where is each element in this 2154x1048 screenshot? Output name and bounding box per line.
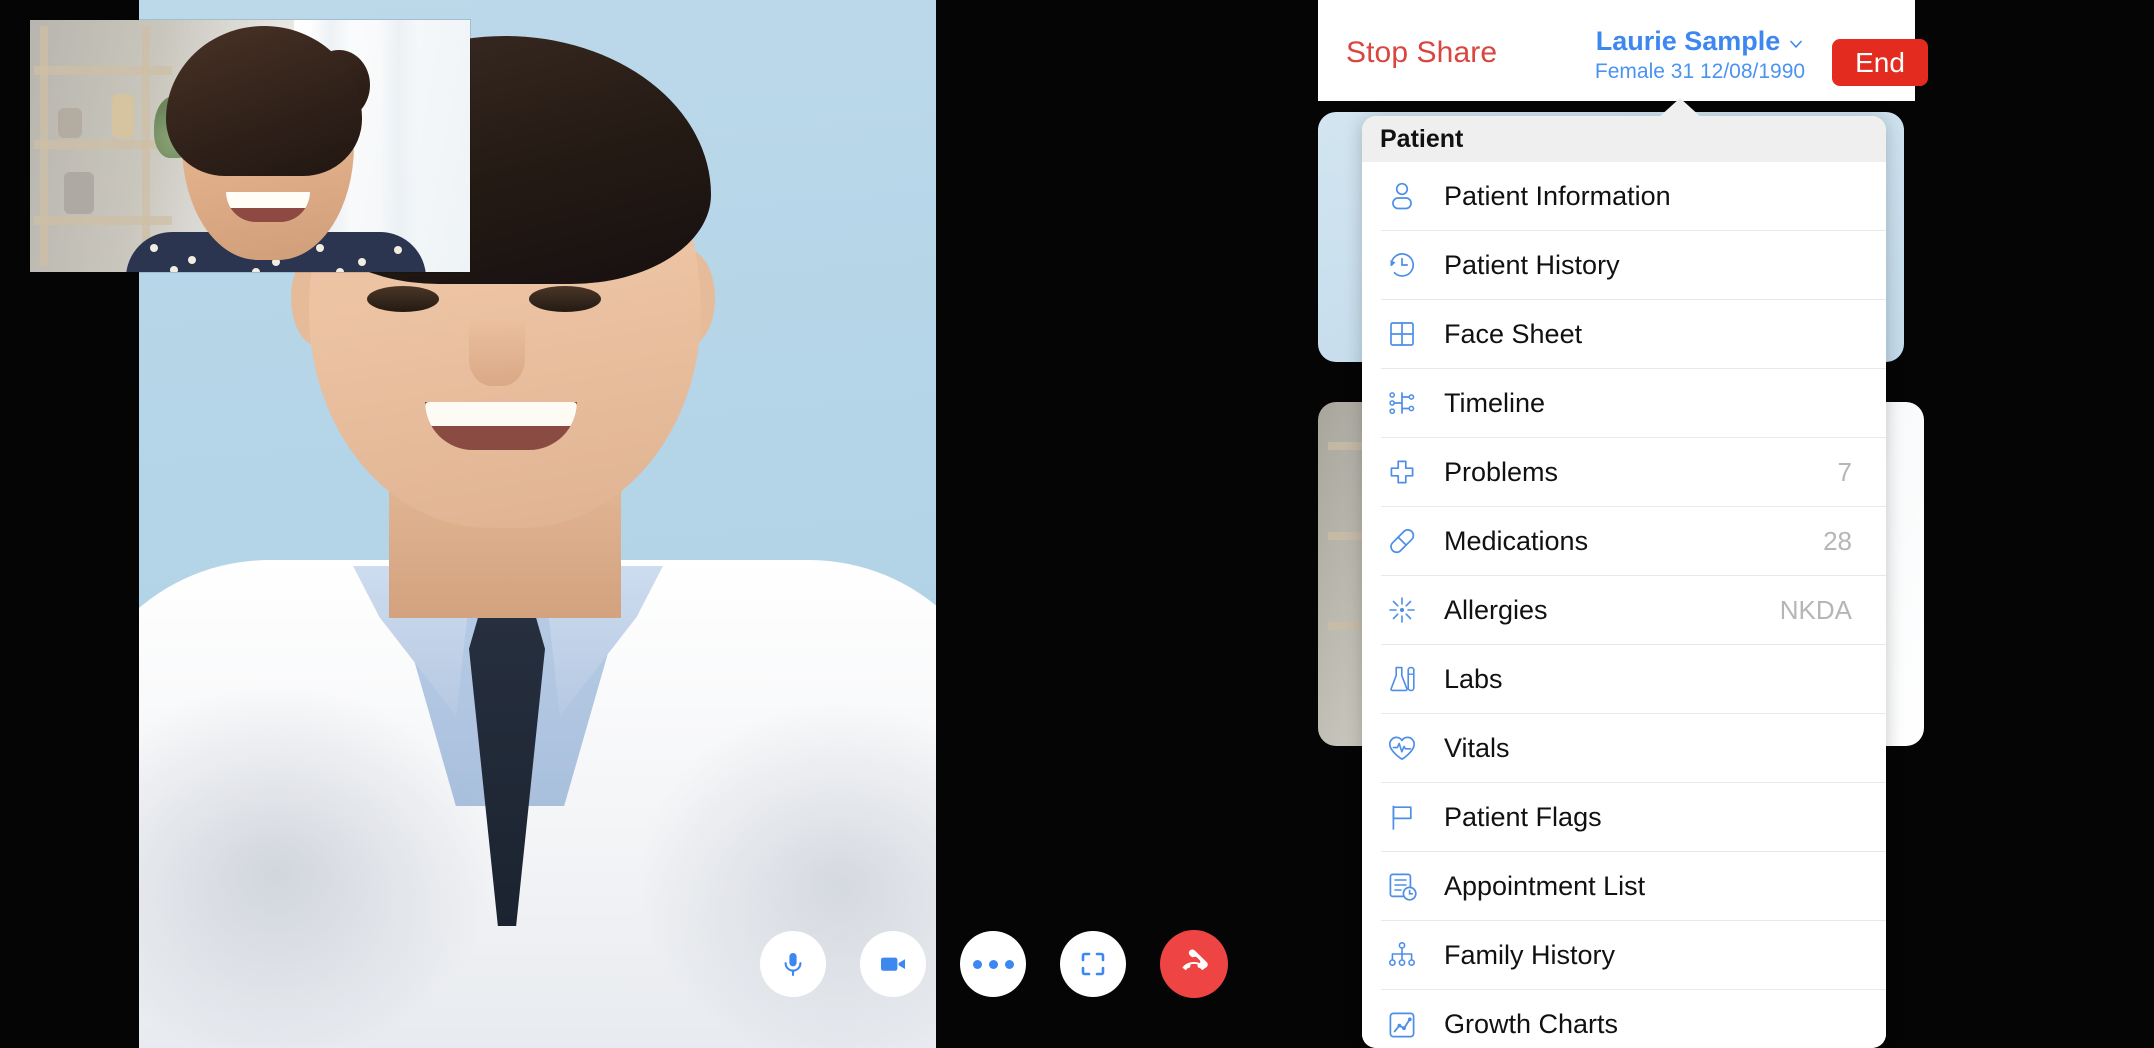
telehealth-call-screen: Stop Share Laurie Sample Female 31 12/08… <box>0 0 2154 1048</box>
chevron-down-icon <box>1788 32 1804 52</box>
call-controls <box>760 916 1320 1012</box>
shelf-object-a <box>58 108 82 138</box>
menu-item-vitals[interactable]: Vitals <box>1381 714 1886 783</box>
stop-share-button[interactable]: Stop Share <box>1346 36 1497 70</box>
lab-flask-icon <box>1381 658 1423 700</box>
menu-item-label: Timeline <box>1444 387 1546 418</box>
menu-item-value: 7 <box>1837 456 1852 487</box>
menu-item-value: NKDA <box>1779 594 1852 625</box>
family-tree-icon <box>1381 934 1423 976</box>
menu-item-timeline[interactable]: Timeline <box>1381 369 1886 438</box>
heart-pulse-icon <box>1381 727 1423 769</box>
doctor-eye-right <box>529 286 601 312</box>
self-view-thumbnail[interactable] <box>30 20 470 272</box>
call-top-bar: Stop Share Laurie Sample Female 31 12/08… <box>1318 0 1928 101</box>
flag-icon <box>1381 796 1423 838</box>
shelf-object-c <box>64 172 94 214</box>
patient-popover-menu: Patient Patient Information Patient Hist… <box>1362 116 1886 1048</box>
menu-item-value: 28 <box>1823 525 1852 556</box>
menu-item-allergies[interactable]: Allergies NKDA <box>1381 576 1886 645</box>
more-options-button[interactable] <box>960 931 1026 997</box>
patient-menu-title: Patient <box>1380 124 1464 153</box>
menu-item-patient-history[interactable]: Patient History <box>1381 231 1886 300</box>
camera-button[interactable] <box>860 931 926 997</box>
menu-item-label: Patient History <box>1444 249 1620 280</box>
bookshelf-shelf-top <box>34 66 172 75</box>
patient-name: Laurie Sample <box>1595 26 1781 56</box>
menu-item-growth-charts[interactable]: Growth Charts <box>1381 990 1886 1048</box>
pill-icon <box>1381 520 1423 562</box>
menu-item-label: Allergies <box>1444 594 1548 625</box>
medical-cross-icon <box>1381 451 1423 493</box>
menu-item-label: Vitals <box>1444 732 1510 763</box>
video-camera-icon <box>877 948 909 980</box>
menu-item-patient-flags[interactable]: Patient Flags <box>1381 783 1886 852</box>
timeline-icon <box>1381 382 1423 424</box>
patient-teeth <box>226 192 310 208</box>
menu-item-label: Problems <box>1444 456 1559 487</box>
menu-item-label: Medications <box>1444 525 1589 556</box>
microphone-icon <box>778 949 808 979</box>
growth-chart-icon <box>1381 1004 1423 1046</box>
menu-item-family-history[interactable]: Family History <box>1381 921 1886 990</box>
patient-menu-list: Patient Information Patient History Face… <box>1362 162 1886 1048</box>
allergy-burst-icon <box>1381 589 1423 631</box>
menu-item-face-sheet[interactable]: Face Sheet <box>1381 300 1886 369</box>
hangup-button[interactable] <box>1160 930 1228 998</box>
fullscreen-button[interactable] <box>1060 931 1126 997</box>
menu-item-appointment-list[interactable]: Appointment List <box>1381 852 1886 921</box>
bookshelf-shelf-middle <box>34 140 172 149</box>
fullscreen-icon <box>1079 950 1107 978</box>
doctor-nose <box>469 318 525 386</box>
ellipsis-icon <box>972 959 1014 969</box>
menu-item-label: Appointment List <box>1444 870 1646 901</box>
bookshelf-shelf-bottom <box>34 216 172 225</box>
end-call-button[interactable]: End <box>1832 39 1928 86</box>
patient-selector[interactable]: Laurie Sample Female 31 12/08/1990 <box>1582 26 1818 84</box>
menu-item-label: Patient Flags <box>1444 801 1602 832</box>
menu-item-medications[interactable]: Medications 28 <box>1381 507 1886 576</box>
menu-item-labs[interactable]: Labs <box>1381 645 1886 714</box>
phone-hangup-icon <box>1177 947 1211 981</box>
popover-caret <box>1658 98 1702 118</box>
microphone-button[interactable] <box>760 931 826 997</box>
patient-menu-header: Patient <box>1362 116 1886 162</box>
doctor-mouth <box>425 402 577 450</box>
menu-item-patient-information[interactable]: Patient Information <box>1381 162 1886 231</box>
clock-history-icon <box>1381 244 1423 286</box>
shelf-object-b <box>112 94 134 138</box>
patient-name-row: Laurie Sample <box>1582 26 1818 57</box>
doctor-eye-left <box>367 286 439 312</box>
menu-item-label: Family History <box>1444 939 1616 970</box>
menu-item-problems[interactable]: Problems 7 <box>1381 438 1886 507</box>
grid-icon <box>1381 313 1423 355</box>
menu-item-label: Growth Charts <box>1444 1009 1619 1039</box>
menu-item-label: Patient Information <box>1444 180 1671 211</box>
person-icon <box>1381 175 1423 217</box>
doctor-teeth <box>425 402 577 426</box>
patient-demographics: Female 31 12/08/1990 <box>1594 60 1806 83</box>
menu-item-label: Labs <box>1444 663 1503 694</box>
appointment-list-icon <box>1381 865 1423 907</box>
menu-item-label: Face Sheet <box>1444 318 1583 349</box>
